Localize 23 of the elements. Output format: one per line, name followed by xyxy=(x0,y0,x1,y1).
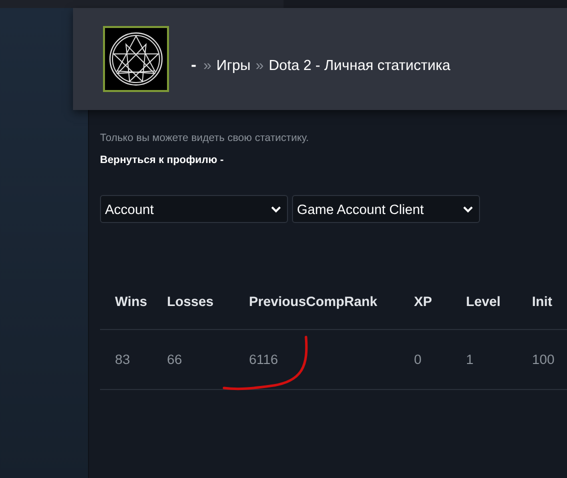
table-cell: 83 xyxy=(115,352,130,367)
breadcrumb-link[interactable]: Dota 2 - Личная статистика xyxy=(268,58,450,74)
table-cell: 66 xyxy=(167,352,182,367)
table-cell: 1 xyxy=(466,352,474,367)
dropdown[interactable]: Account xyxy=(100,195,288,223)
column-header: Losses xyxy=(166,292,215,310)
table-cell: 0 xyxy=(414,352,422,367)
chevron-down-icon xyxy=(463,206,473,212)
column-header: XP xyxy=(413,292,434,310)
table-cell: 6116 xyxy=(249,352,278,367)
breadcrumb-separator: » xyxy=(203,58,212,74)
column-header: PreviousCompRank xyxy=(248,292,378,311)
breadcrumb-separator: » xyxy=(256,58,264,74)
dropdown[interactable]: Game Account Client xyxy=(292,195,480,223)
breadcrumb-link[interactable]: Игры xyxy=(216,58,251,74)
table-cell: 100 xyxy=(532,352,555,367)
username-link[interactable]: - xyxy=(191,56,196,74)
column-header: Wins xyxy=(114,292,148,310)
back-to-profile-link[interactable]: Вернуться к профилю - xyxy=(100,154,567,166)
chevron-down-icon xyxy=(271,206,281,212)
privacy-notice: Только вы можете видеть свою статистику. xyxy=(100,132,310,144)
column-header: Level xyxy=(465,292,502,310)
column-header: Init xyxy=(531,292,554,310)
